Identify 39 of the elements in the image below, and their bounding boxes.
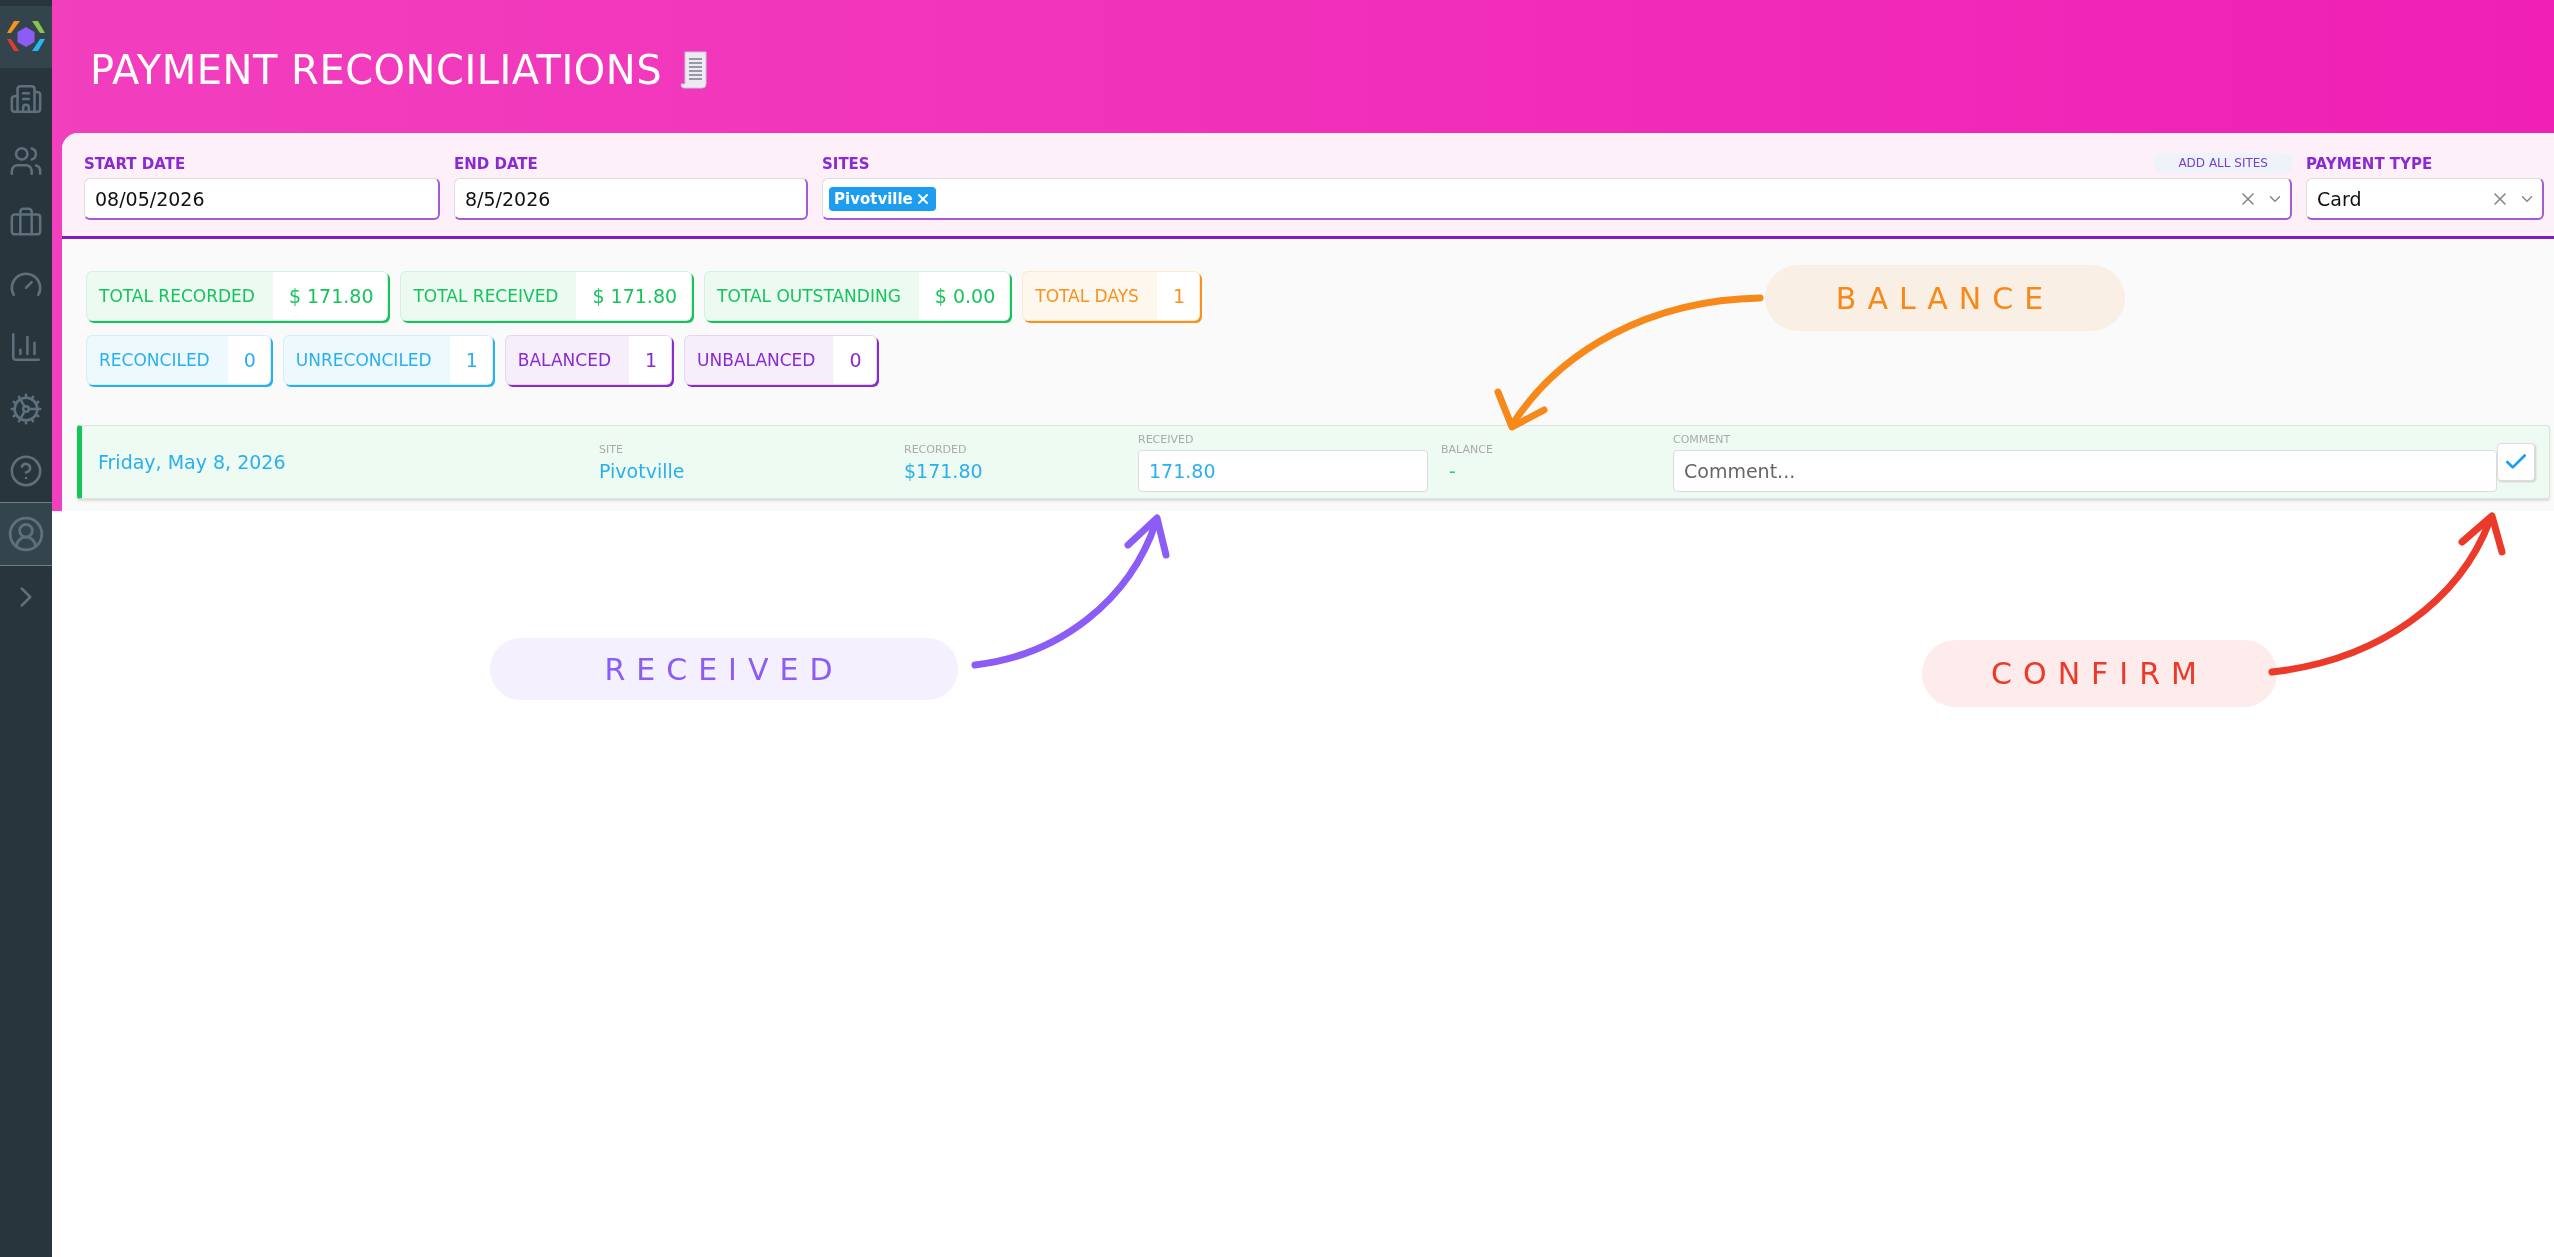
annotation-label: BALANCE	[1765, 265, 2125, 331]
chip-label: UNRECONCILED	[283, 336, 450, 384]
chip-label: BALANCED	[505, 336, 629, 384]
field-label: START DATE	[84, 155, 186, 173]
field-label: PAYMENT TYPE	[2306, 155, 2433, 173]
field-label: END DATE	[454, 155, 538, 173]
site-text: Pivotville	[599, 459, 686, 482]
chip-label: UNBALANCED	[685, 336, 834, 384]
payment-type-select[interactable]: Card	[2306, 178, 2544, 220]
site-tag[interactable]: Pivotville	[829, 186, 936, 211]
help-icon[interactable]	[9, 454, 43, 488]
user-avatar-icon[interactable]	[7, 515, 45, 553]
chip-label: TOTAL OUTSTANDING	[705, 272, 919, 320]
chip-label: TOTAL RECEIVED	[401, 272, 577, 320]
balance-text: -	[1448, 459, 1457, 482]
building-icon[interactable]	[9, 82, 43, 116]
sites-field[interactable]: Pivotville	[822, 178, 2292, 220]
date-text: Friday, May 8, 2026	[98, 451, 287, 473]
bar-chart-icon[interactable]	[9, 330, 43, 364]
annotation-label: CONFIRM	[1922, 640, 2277, 707]
chip-label: TOTAL DAYS	[1023, 272, 1157, 320]
chip-label: RECONCILED	[87, 336, 228, 384]
users-icon[interactable]	[9, 144, 43, 178]
chip-label: TOTAL RECORDED	[87, 272, 273, 320]
column-label: RECORDED	[904, 442, 968, 456]
column-label: RECEIVED	[1138, 432, 1195, 446]
column-label: BALANCE	[1441, 442, 1494, 456]
column-label: COMMENT	[1673, 432, 1732, 446]
add-all-sites-button[interactable]: ADD ALL SITES	[2154, 153, 2292, 173]
comment-field[interactable]: Comment...	[1673, 449, 2497, 492]
annotation-label: RECEIVED	[490, 638, 958, 700]
date-field[interactable]: 08/05/2026	[84, 178, 440, 220]
date-field[interactable]: 8/5/2026	[454, 178, 808, 220]
confirm-button[interactable]	[2497, 443, 2535, 481]
select-value: Card	[2316, 187, 2362, 210]
field-label: SITES	[822, 155, 870, 173]
page-title: PAYMENT RECONCILIATIONS	[90, 46, 663, 93]
recorded-amount: $171.80	[904, 459, 984, 482]
column-label: SITE	[599, 442, 624, 456]
